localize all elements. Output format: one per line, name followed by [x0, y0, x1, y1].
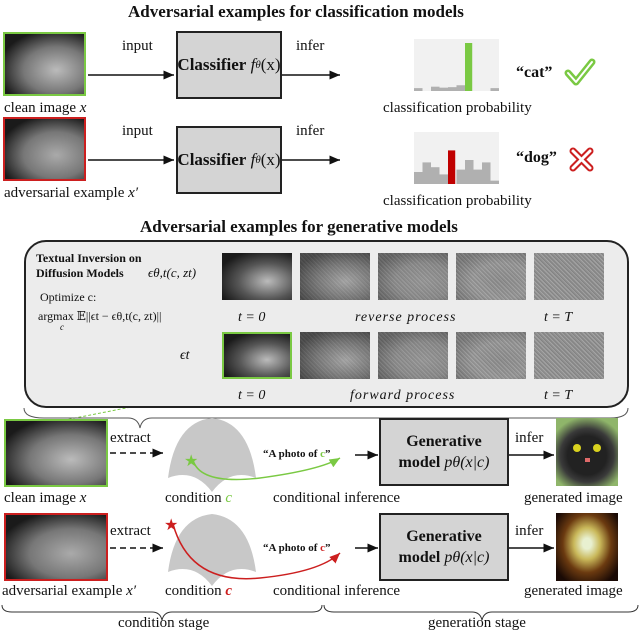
diffusion-step-image [300, 253, 370, 300]
prob-bar-highlight [448, 150, 456, 184]
prob-bar [439, 174, 448, 184]
classification-title: Adversarial examples for classification … [128, 2, 464, 21]
prob-bar [414, 88, 423, 91]
eps-t-label: ϵt [180, 348, 190, 363]
adversarial-image-label: adversarial example x′ [4, 185, 139, 201]
classifier-box-1: Classifier f θ (x) [176, 31, 282, 99]
input-label-1: input [122, 38, 153, 54]
generation-stage-label: generation stage [428, 615, 526, 631]
condition-stage-label: condition stage [118, 615, 210, 631]
reverse-t0: t = 0 [238, 310, 266, 325]
condition-space-1 [168, 418, 256, 492]
infer-label-2: infer [296, 123, 325, 139]
gen-adversarial-image [4, 513, 108, 581]
input-label-2: input [122, 123, 153, 139]
cross-icon [569, 147, 594, 172]
cond-inference-label-2: conditional inference [273, 583, 401, 599]
adversarial-image [3, 117, 86, 181]
diffusion-step-image [534, 253, 604, 300]
objective-subscript: c [60, 322, 64, 332]
prob-bar [431, 167, 440, 184]
prediction-dog: “dog” [516, 149, 557, 166]
reverse-tT: t = T [544, 310, 573, 325]
forward-process-label: forward process [350, 388, 456, 403]
panel-brace [23, 407, 629, 429]
extract-label-2: extract [110, 523, 151, 539]
generated-image-label-1: generated image [524, 490, 623, 506]
generative-model-box-1: Generative model pθ(x|c) [379, 418, 509, 486]
condition-star-icon-2: ★ [164, 517, 178, 534]
condition-label-2: condition c [165, 583, 233, 599]
generated-cat-image [556, 418, 618, 486]
prob-bar-highlight [465, 43, 473, 91]
diffusion-step-image [378, 253, 448, 300]
gen-clean-image-label: clean image x [4, 490, 87, 506]
prob-bar [490, 88, 499, 91]
prob-bar [422, 162, 431, 184]
gen-clean-image [4, 419, 108, 487]
diffusion-step-image [222, 253, 292, 300]
prompt-2: “A photo of c” [263, 542, 331, 554]
infer-label-1: infer [296, 38, 325, 54]
objective-formula: argmax 𝔼||ϵt − ϵθ,t(c, zt)|| [38, 309, 162, 323]
diffusion-step-image [378, 332, 448, 379]
prob-bar [414, 172, 423, 184]
gen-adversarial-image-label: adversarial example x′ [2, 583, 137, 599]
prob-chart-bg-1 [414, 39, 499, 91]
prob-bar [490, 180, 499, 184]
cond-inference-label-1: conditional inference [273, 490, 401, 506]
forward-tT: t = T [544, 388, 573, 403]
condition-space-2 [168, 514, 256, 586]
infer-gen-label-2: infer [515, 523, 544, 539]
reverse-process-label: reverse process [355, 310, 457, 325]
forward-t0: t = 0 [238, 388, 266, 403]
panel-heading: Textual Inversion on Diffusion Models [36, 251, 142, 280]
prob-label-1: classification probability [383, 100, 532, 116]
extract-label-1: extract [110, 430, 151, 446]
generated-garbled-image [556, 513, 618, 581]
diffusion-step-image [456, 253, 526, 300]
generated-image-label-2: generated image [524, 583, 623, 599]
prediction-cat: “cat” [516, 64, 553, 81]
generative-model-box-2: Generative model pθ(x|c) [379, 513, 509, 581]
condition-label-1: condition c [165, 490, 233, 506]
prob-bar [473, 169, 482, 184]
prob-bar [448, 87, 457, 91]
eps-model-label: ϵθ,t(c, zt) [148, 265, 197, 280]
clean-image-label: clean image x [4, 100, 87, 116]
generative-title: Adversarial examples for generative mode… [140, 217, 458, 236]
prob-bar [439, 87, 448, 91]
diffusion-step-image [300, 332, 370, 379]
prob-bar [456, 85, 465, 91]
diffusion-step-image [534, 332, 604, 379]
prob-label-2: classification probability [383, 193, 532, 209]
infer-gen-label-1: infer [515, 430, 544, 446]
optimize-label: Optimize c: [40, 290, 97, 304]
prompt-1: “A photo of c” [263, 448, 331, 460]
prob-bar [456, 169, 465, 184]
classifier-box-2: Classifier f θ (x) [176, 126, 282, 194]
condition-star-icon-1: ★ [184, 453, 198, 470]
prob-bar [482, 162, 491, 184]
diffusion-step-image [222, 332, 292, 379]
clean-image [3, 32, 86, 96]
prob-bar [465, 160, 474, 184]
prob-bar [431, 86, 440, 91]
diffusion-step-image [456, 332, 526, 379]
